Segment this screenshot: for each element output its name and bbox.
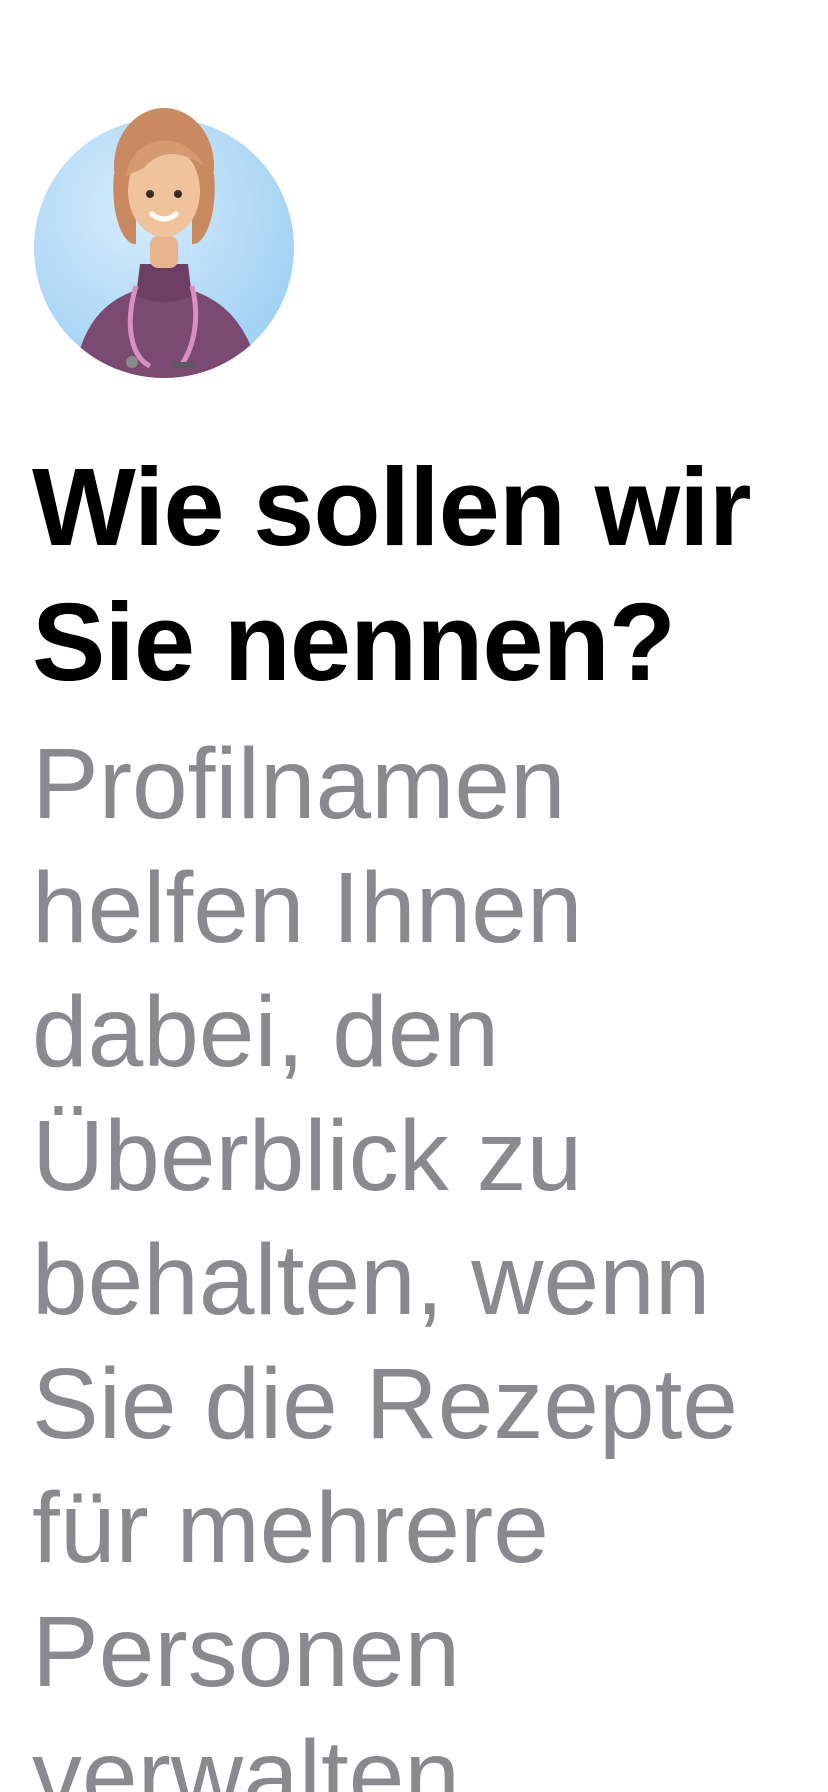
description-text: Profilnamen helfen Ihnen dabei, den Über… xyxy=(32,722,812,1792)
description-line: behalten, wenn xyxy=(32,1224,711,1336)
title-line-1: Wie sollen wir xyxy=(32,446,752,569)
description-line: für mehrere xyxy=(32,1472,549,1584)
doctor-avatar-icon xyxy=(32,96,296,380)
description-line: Überblick zu xyxy=(32,1100,583,1212)
description-line: dabei, den xyxy=(32,976,500,1088)
description-line: helfen Ihnen xyxy=(32,852,583,964)
description-line: verwalten xyxy=(32,1720,460,1792)
description-line: Profilnamen xyxy=(32,728,566,840)
description-line: Sie die Rezepte xyxy=(32,1348,739,1460)
description-line: Personen xyxy=(32,1596,461,1708)
onboarding-screen: Wie sollen wir Sie nennen? Profilnamen h… xyxy=(0,0,828,1792)
page-title: Wie sollen wir Sie nennen? xyxy=(32,440,812,710)
title-line-2: Sie nennen? xyxy=(32,581,676,704)
